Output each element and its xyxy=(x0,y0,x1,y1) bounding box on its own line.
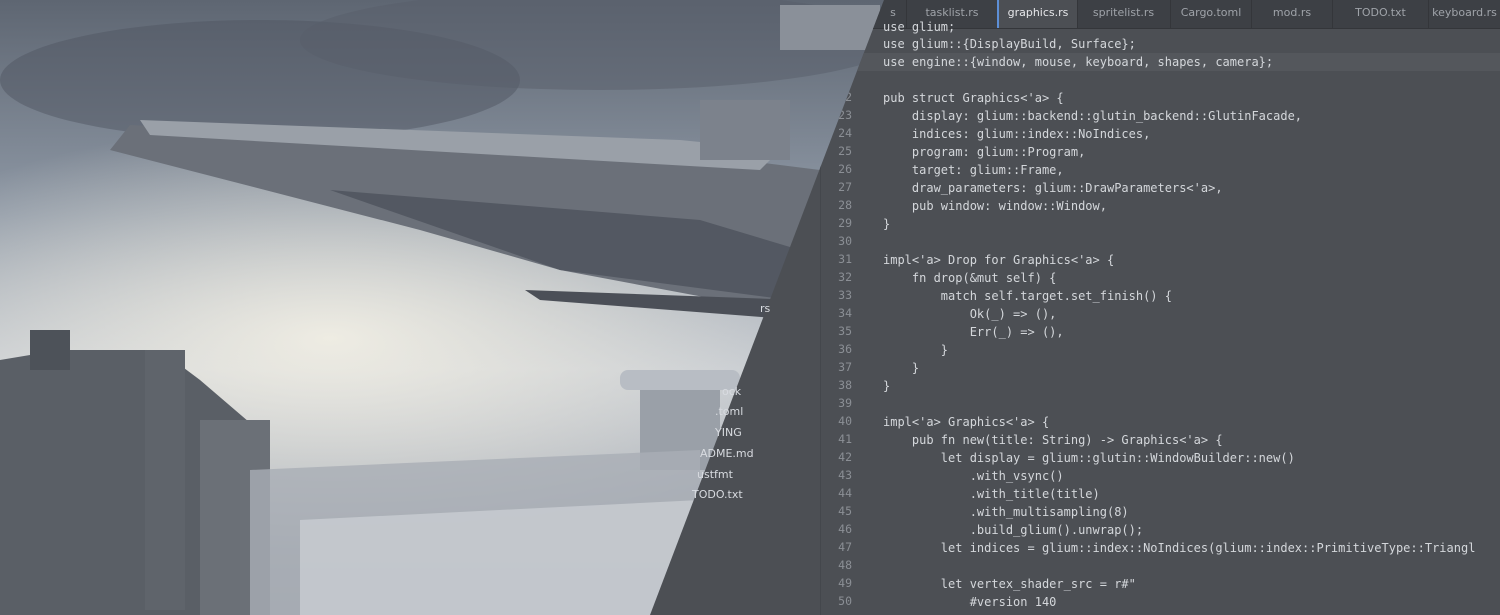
line-number: 41 xyxy=(838,432,852,446)
code-line[interactable]: match self.target.set_finish() { xyxy=(883,289,1172,303)
line-number: 46 xyxy=(838,522,852,536)
code-line[interactable]: use glium::{DisplayBuild, Surface}; xyxy=(883,37,1136,51)
code-line[interactable]: program: glium::Program, xyxy=(883,145,1085,159)
code-line[interactable]: use engine::{window, mouse, keyboard, sh… xyxy=(883,55,1273,69)
line-number: 47 xyxy=(838,540,852,554)
line-number: 42 xyxy=(838,450,852,464)
code-line[interactable]: let vertex_shader_src = r#" xyxy=(883,577,1136,591)
line-number: 50 xyxy=(838,594,852,608)
file-tree-item[interactable]: YING xyxy=(715,426,742,439)
line-number: 32 xyxy=(838,270,852,284)
line-number: 49 xyxy=(838,576,852,590)
tab-spritelist[interactable]: spritelist.rs xyxy=(1077,0,1171,28)
line-number: 34 xyxy=(838,306,852,320)
code-line[interactable]: indices: glium::index::NoIndices, xyxy=(883,127,1150,141)
code-line[interactable]: .with_multisampling(8) xyxy=(883,505,1129,519)
code-line[interactable]: target: glium::Frame, xyxy=(883,163,1064,177)
line-number: 38 xyxy=(838,378,852,392)
line-number: 26 xyxy=(838,162,852,176)
line-number: 31 xyxy=(838,252,852,266)
line-number: 44 xyxy=(838,486,852,500)
file-tree-item[interactable]: rs xyxy=(760,302,770,315)
line-number: 36 xyxy=(838,342,852,356)
file-tree-item[interactable]: TODO.txt xyxy=(692,488,743,501)
code-line[interactable]: let display = glium::glutin::WindowBuild… xyxy=(883,451,1295,465)
code-line[interactable]: } xyxy=(883,379,890,393)
code-line[interactable]: fn drop(&mut self) { xyxy=(883,271,1057,285)
line-number: 43 xyxy=(838,468,852,482)
line-number: 40 xyxy=(838,414,852,428)
line-number: 27 xyxy=(838,180,852,194)
file-tree-item[interactable]: ock xyxy=(722,385,741,398)
line-number: 48 xyxy=(838,558,852,572)
code-line[interactable]: display: glium::backend::glutin_backend:… xyxy=(883,109,1302,123)
code-line[interactable]: Ok(_) => (), xyxy=(883,307,1057,321)
line-number: 29 xyxy=(838,216,852,230)
code-line[interactable]: pub struct Graphics<'a> { xyxy=(883,91,1064,105)
code-line[interactable]: } xyxy=(883,361,919,375)
code-line[interactable]: use glium; xyxy=(883,20,955,34)
file-tree-item[interactable]: .toml xyxy=(715,405,743,418)
code-line[interactable]: .with_vsync() xyxy=(883,469,1064,483)
tab-cargo-toml[interactable]: Cargo.toml xyxy=(1171,0,1252,28)
tab-graphics[interactable]: graphics.rs xyxy=(997,0,1078,28)
code-line[interactable]: impl<'a> Graphics<'a> { xyxy=(883,415,1049,429)
line-number: 35 xyxy=(838,324,852,338)
line-number: 39 xyxy=(838,396,852,410)
code-line[interactable]: .build_glium().unwrap(); xyxy=(883,523,1143,537)
code-line[interactable]: Err(_) => (), xyxy=(883,325,1064,339)
file-tree-item[interactable]: ADME.md xyxy=(700,447,754,460)
line-number: 37 xyxy=(838,360,852,374)
line-number: 30 xyxy=(838,234,852,248)
code-line[interactable]: .with_title(title) xyxy=(883,487,1100,501)
code-line[interactable]: let indices = glium::index::NoIndices(gl… xyxy=(883,541,1476,555)
code-line[interactable]: draw_parameters: glium::DrawParameters<'… xyxy=(883,181,1223,195)
line-number: 28 xyxy=(838,198,852,212)
tab-todo[interactable]: TODO.txt xyxy=(1333,0,1429,28)
code-line[interactable]: pub window: window::Window, xyxy=(883,199,1107,213)
tab-mod[interactable]: mod.rs xyxy=(1252,0,1333,28)
code-line[interactable]: #version 140 xyxy=(883,595,1057,609)
code-line[interactable]: impl<'a> Drop for Graphics<'a> { xyxy=(883,253,1114,267)
code-line[interactable]: } xyxy=(883,217,890,231)
tab-keyboard[interactable]: keyboard.rs xyxy=(1429,0,1500,28)
line-number: 33 xyxy=(838,288,852,302)
line-number: 45 xyxy=(838,504,852,518)
code-line[interactable]: pub fn new(title: String) -> Graphics<'a… xyxy=(883,433,1223,447)
code-line[interactable]: } xyxy=(883,343,948,357)
file-tree-item[interactable]: ustfmt xyxy=(697,468,733,481)
